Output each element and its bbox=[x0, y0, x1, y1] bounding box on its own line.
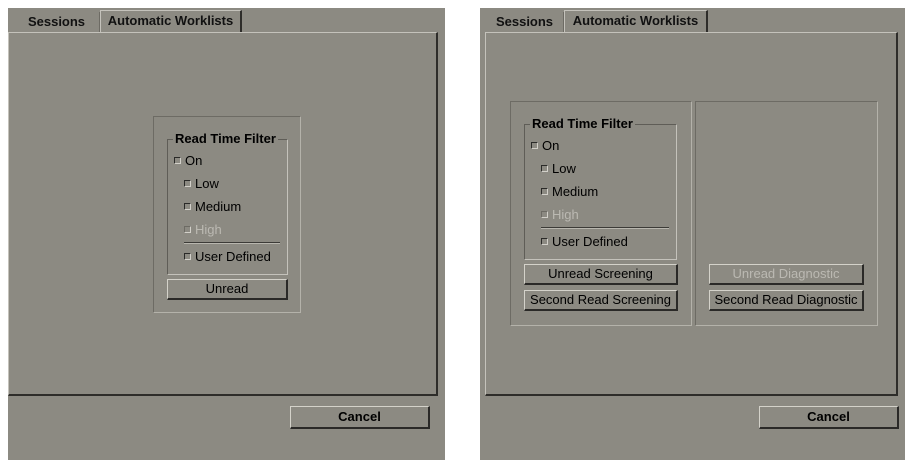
on-checkbox[interactable]: On bbox=[174, 153, 202, 169]
checkbox-icon bbox=[531, 142, 538, 150]
unread-screening-button[interactable]: Unread Screening bbox=[524, 264, 678, 285]
separator bbox=[184, 242, 280, 244]
medium-checkbox[interactable]: Medium bbox=[541, 184, 598, 200]
second-read-diagnostic-button[interactable]: Second Read Diagnostic bbox=[709, 290, 864, 311]
user-defined-label: User Defined bbox=[195, 249, 271, 264]
cancel-button[interactable]: Cancel bbox=[759, 406, 899, 429]
unread-button[interactable]: Unread bbox=[167, 279, 288, 300]
tab-panel: Read Time Filter On Low Medium High User… bbox=[485, 32, 898, 396]
on-label: On bbox=[542, 138, 560, 153]
read-time-filter-fieldset: Read Time Filter On Low Medium High User… bbox=[167, 131, 288, 275]
medium-label: Medium bbox=[552, 184, 599, 199]
high-checkbox: High bbox=[184, 222, 222, 238]
screening-group: Read Time Filter On Low Medium High User… bbox=[510, 101, 692, 326]
checkbox-icon bbox=[184, 226, 191, 234]
user-defined-label: User Defined bbox=[552, 234, 628, 249]
checkbox-icon bbox=[184, 253, 191, 261]
checkbox-icon bbox=[184, 180, 191, 188]
read-time-filter-legend: Read Time Filter bbox=[173, 131, 278, 147]
tab-automatic-worklists[interactable]: Automatic Worklists bbox=[100, 10, 242, 32]
user-defined-checkbox[interactable]: User Defined bbox=[541, 234, 628, 250]
checkbox-icon bbox=[174, 157, 181, 165]
low-checkbox[interactable]: Low bbox=[541, 161, 576, 177]
tab-panel: Read Time Filter On Low Medium High User… bbox=[8, 32, 438, 396]
checkbox-icon bbox=[541, 188, 548, 196]
on-checkbox[interactable]: On bbox=[531, 138, 559, 154]
checkbox-icon bbox=[541, 238, 548, 246]
user-defined-checkbox[interactable]: User Defined bbox=[184, 249, 271, 265]
medium-label: Medium bbox=[195, 199, 242, 214]
worklist-dialog-right: Sessions Automatic Worklists Read Time F… bbox=[480, 8, 905, 460]
filter-group: Read Time Filter On Low Medium High User… bbox=[153, 116, 301, 313]
low-checkbox[interactable]: Low bbox=[184, 176, 219, 192]
second-read-screening-button[interactable]: Second Read Screening bbox=[524, 290, 678, 311]
on-label: On bbox=[185, 153, 203, 168]
cancel-button[interactable]: Cancel bbox=[290, 406, 430, 429]
tab-sessions[interactable]: Sessions bbox=[486, 12, 564, 32]
checkbox-icon bbox=[541, 211, 548, 219]
high-label: High bbox=[195, 222, 222, 237]
tab-automatic-worklists[interactable]: Automatic Worklists bbox=[564, 10, 708, 32]
read-time-filter-fieldset: Read Time Filter On Low Medium High User… bbox=[524, 116, 677, 260]
checkbox-icon bbox=[184, 203, 191, 211]
medium-checkbox[interactable]: Medium bbox=[184, 199, 241, 215]
low-label: Low bbox=[195, 176, 219, 191]
separator bbox=[541, 227, 669, 229]
read-time-filter-legend: Read Time Filter bbox=[530, 116, 635, 132]
high-label: High bbox=[552, 207, 579, 222]
unread-diagnostic-button: Unread Diagnostic bbox=[709, 264, 864, 285]
low-label: Low bbox=[552, 161, 576, 176]
worklist-dialog-left: Sessions Automatic Worklists Read Time F… bbox=[8, 8, 445, 460]
tab-sessions[interactable]: Sessions bbox=[14, 12, 100, 32]
checkbox-icon bbox=[541, 165, 548, 173]
high-checkbox: High bbox=[541, 207, 579, 223]
diagnostic-group: Unread Diagnostic Second Read Diagnostic bbox=[695, 101, 878, 326]
